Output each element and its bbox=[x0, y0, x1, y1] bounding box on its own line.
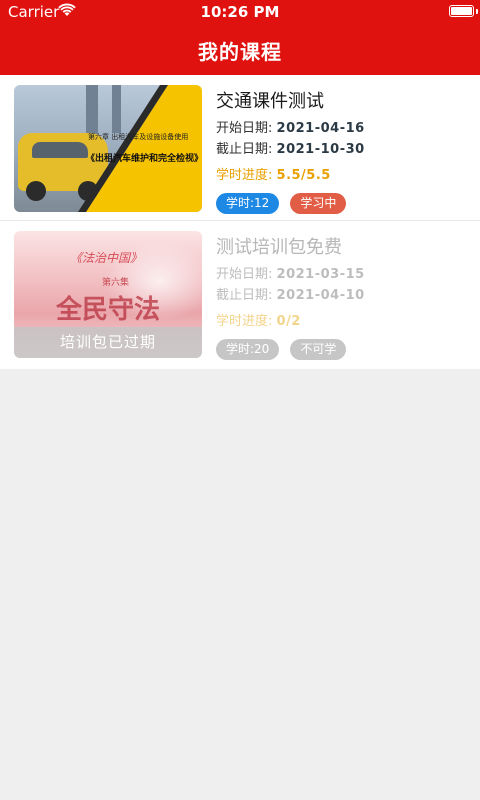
taxi-window-shape bbox=[32, 142, 88, 158]
course-tags: 学时:12 学习中 bbox=[216, 192, 352, 214]
progress-label: 学时进度: bbox=[216, 168, 273, 183]
end-date-value: 2021-10-30 bbox=[276, 142, 365, 157]
battery-cap bbox=[476, 9, 478, 14]
course-thumbnail: 第六章 出租汽车及设施设备使用 《出租汽车维护和完全检视》 bbox=[14, 85, 202, 212]
progress-value: 0/2 bbox=[276, 314, 301, 329]
start-date-value: 2021-03-15 bbox=[276, 267, 365, 282]
app-header: Carrier 10:26 PM 我的课程 bbox=[0, 0, 480, 75]
course-tags: 学时:20 不可学 bbox=[216, 338, 352, 360]
end-date-label: 截止日期: bbox=[216, 142, 273, 157]
course-card[interactable]: 第六章 出租汽车及设施设备使用 《出租汽车维护和完全检视》 交通课件测试 开始日… bbox=[0, 75, 480, 221]
building-shape bbox=[112, 85, 121, 133]
end-date-row: 截止日期: 2021-10-30 bbox=[216, 138, 365, 157]
thumbnail-series-title: 《法治中国》 bbox=[70, 251, 143, 265]
progress-label: 学时进度: bbox=[216, 314, 273, 329]
thumbnail-caption: 《出租汽车维护和完全检视》 bbox=[86, 154, 202, 164]
course-title: 交通课件测试 bbox=[216, 91, 324, 112]
start-date-value: 2021-04-16 bbox=[276, 121, 365, 136]
course-card[interactable]: 《法治中国》 第六集 全民守法 培训包已过期 测试培训包免费 开始日期: 202… bbox=[0, 221, 480, 369]
end-date-label: 截止日期: bbox=[216, 288, 273, 303]
page-title: 我的课程 bbox=[198, 40, 282, 64]
start-date-label: 开始日期: bbox=[216, 267, 273, 282]
thumbnail-episode: 第六集 bbox=[102, 278, 130, 288]
battery-icon bbox=[449, 5, 474, 17]
start-date-row: 开始日期: 2021-04-16 bbox=[216, 117, 365, 136]
course-title: 测试培训包免费 bbox=[216, 237, 342, 258]
thumbnail-main-title: 全民守法 bbox=[56, 295, 161, 325]
course-thumbnail: 《法治中国》 第六集 全民守法 培训包已过期 bbox=[14, 231, 202, 358]
hours-badge: 学时:20 bbox=[216, 339, 280, 360]
end-date-row: 截止日期: 2021-04-10 bbox=[216, 284, 365, 303]
clock: 10:26 PM bbox=[200, 3, 280, 21]
expired-overlay: 培训包已过期 bbox=[14, 327, 202, 358]
course-list: 第六章 出租汽车及设施设备使用 《出租汽车维护和完全检视》 交通课件测试 开始日… bbox=[0, 75, 480, 369]
start-date-row: 开始日期: 2021-03-15 bbox=[216, 263, 365, 282]
hours-badge: 学时:12 bbox=[216, 193, 280, 214]
start-date-label: 开始日期: bbox=[216, 121, 273, 136]
progress-row: 学时进度: 0/2 bbox=[216, 310, 301, 329]
progress-row: 学时进度: 5.5/5.5 bbox=[216, 164, 331, 183]
end-date-value: 2021-04-10 bbox=[276, 288, 365, 303]
thumbnail-chapter: 第六章 出租汽车及设施设备使用 bbox=[88, 133, 189, 141]
status-badge: 不可学 bbox=[290, 339, 347, 360]
status-bar: Carrier 10:26 PM bbox=[0, 0, 480, 24]
taxi-wheel-shape bbox=[26, 181, 46, 201]
progress-value: 5.5/5.5 bbox=[276, 168, 331, 183]
status-badge: 学习中 bbox=[290, 193, 347, 214]
